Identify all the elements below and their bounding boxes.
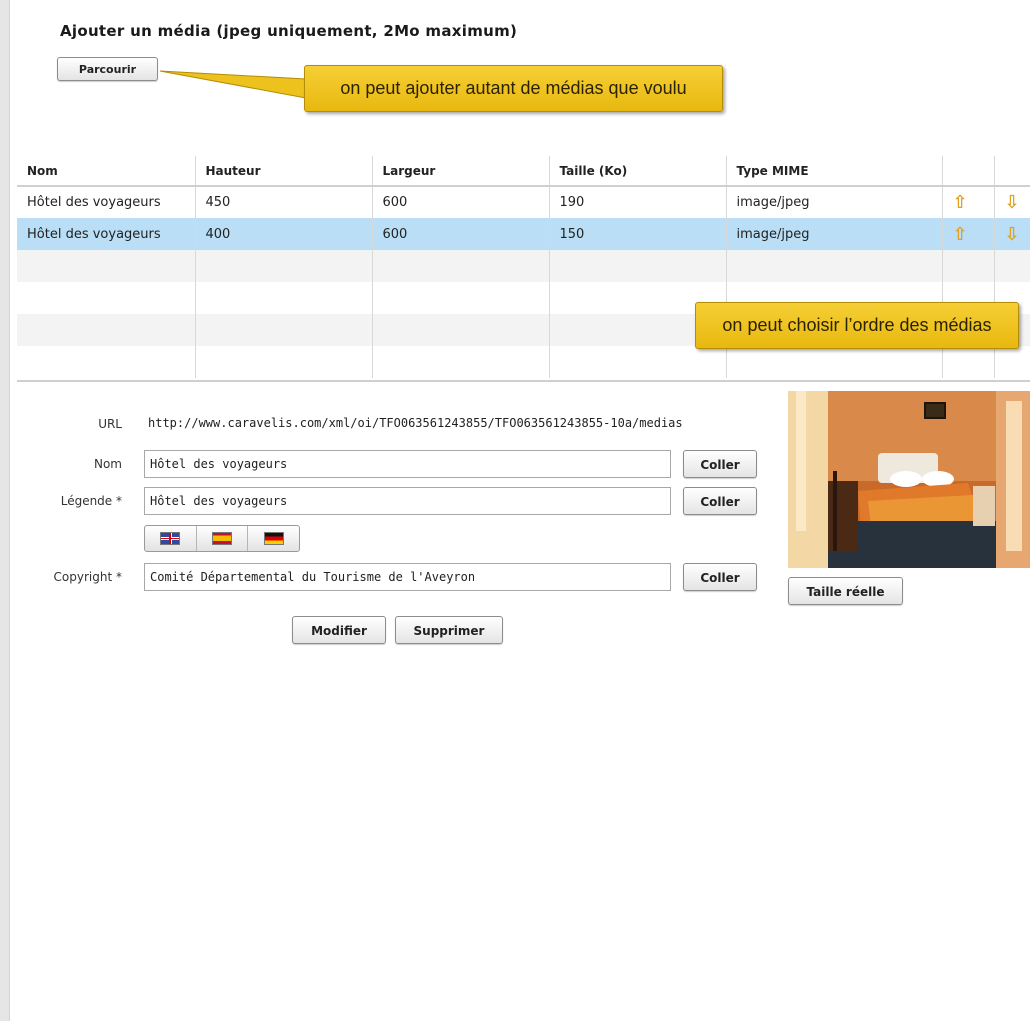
paste-nom-button[interactable]: Coller	[683, 450, 757, 478]
col-header-taille[interactable]: Taille (Ko)	[549, 156, 727, 187]
uk-flag-icon	[160, 532, 181, 545]
paste-legende-button[interactable]: Coller	[683, 487, 757, 515]
arrow-up-icon[interactable]: ⇧	[942, 186, 995, 218]
table-bottom-border	[17, 380, 1030, 382]
arrow-down-icon[interactable]: ⇩	[994, 186, 1030, 218]
cell-type-mime: image/jpeg	[726, 186, 943, 218]
delete-button[interactable]: Supprimer	[395, 616, 503, 644]
copyright-label: Copyright *	[53, 570, 122, 584]
cell-nom: Hôtel des voyageurs	[17, 218, 196, 250]
lang-de-button[interactable]	[248, 526, 299, 551]
cell-type-mime: image/jpeg	[726, 218, 943, 250]
table-header-row: Nom Hauteur Largeur Taille (Ko) Type MIM…	[17, 156, 1030, 187]
col-header-hauteur[interactable]: Hauteur	[195, 156, 373, 187]
language-switcher	[144, 525, 300, 552]
legende-input[interactable]	[144, 487, 671, 515]
url-label: URL	[98, 417, 122, 431]
table-row-selected[interactable]: Hôtel des voyageurs 400 600 150 image/jp…	[17, 218, 1030, 250]
empty-row	[17, 346, 1030, 378]
spain-flag-icon	[212, 532, 232, 545]
cell-taille: 190	[549, 186, 727, 218]
lang-es-button[interactable]	[197, 526, 249, 551]
col-header-nom[interactable]: Nom	[17, 156, 196, 187]
nom-input[interactable]	[144, 450, 671, 478]
cell-largeur: 600	[372, 186, 550, 218]
callout-add-media: on peut ajouter autant de médias que vou…	[304, 65, 723, 112]
col-header-type-mime[interactable]: Type MIME	[726, 156, 943, 187]
col-header-down	[994, 156, 1030, 187]
cell-hauteur: 450	[195, 186, 373, 218]
cell-largeur: 600	[372, 218, 550, 250]
browse-button[interactable]: Parcourir	[57, 57, 158, 81]
empty-row	[17, 250, 1030, 282]
arrow-up-icon[interactable]: ⇧	[942, 218, 995, 250]
col-header-largeur[interactable]: Largeur	[372, 156, 550, 187]
real-size-button[interactable]: Taille réelle	[788, 577, 903, 605]
cell-taille: 150	[549, 218, 727, 250]
url-value: http://www.caravelis.com/xml/oi/TFO06356…	[148, 416, 683, 430]
modify-button[interactable]: Modifier	[292, 616, 386, 644]
cell-hauteur: 400	[195, 218, 373, 250]
copyright-input[interactable]	[144, 563, 671, 591]
cell-nom: Hôtel des voyageurs	[17, 186, 196, 218]
table-row[interactable]: Hôtel des voyageurs 450 600 190 image/jp…	[17, 186, 1030, 218]
germany-flag-icon	[263, 532, 284, 545]
col-header-up	[942, 156, 995, 187]
media-preview-image	[788, 391, 1030, 568]
upload-title: Ajouter un média (jpeg uniquement, 2Mo m…	[60, 22, 518, 40]
left-rail	[0, 0, 10, 1021]
callout-media-order: on peut choisir l’ordre des médias	[695, 302, 1019, 349]
arrow-down-icon[interactable]: ⇩	[994, 218, 1030, 250]
nom-label: Nom	[93, 457, 122, 471]
paste-copyright-button[interactable]: Coller	[683, 563, 757, 591]
legende-label: Légende *	[60, 494, 122, 508]
lang-en-button[interactable]	[145, 526, 197, 551]
hotel-room-photo	[788, 391, 1030, 568]
